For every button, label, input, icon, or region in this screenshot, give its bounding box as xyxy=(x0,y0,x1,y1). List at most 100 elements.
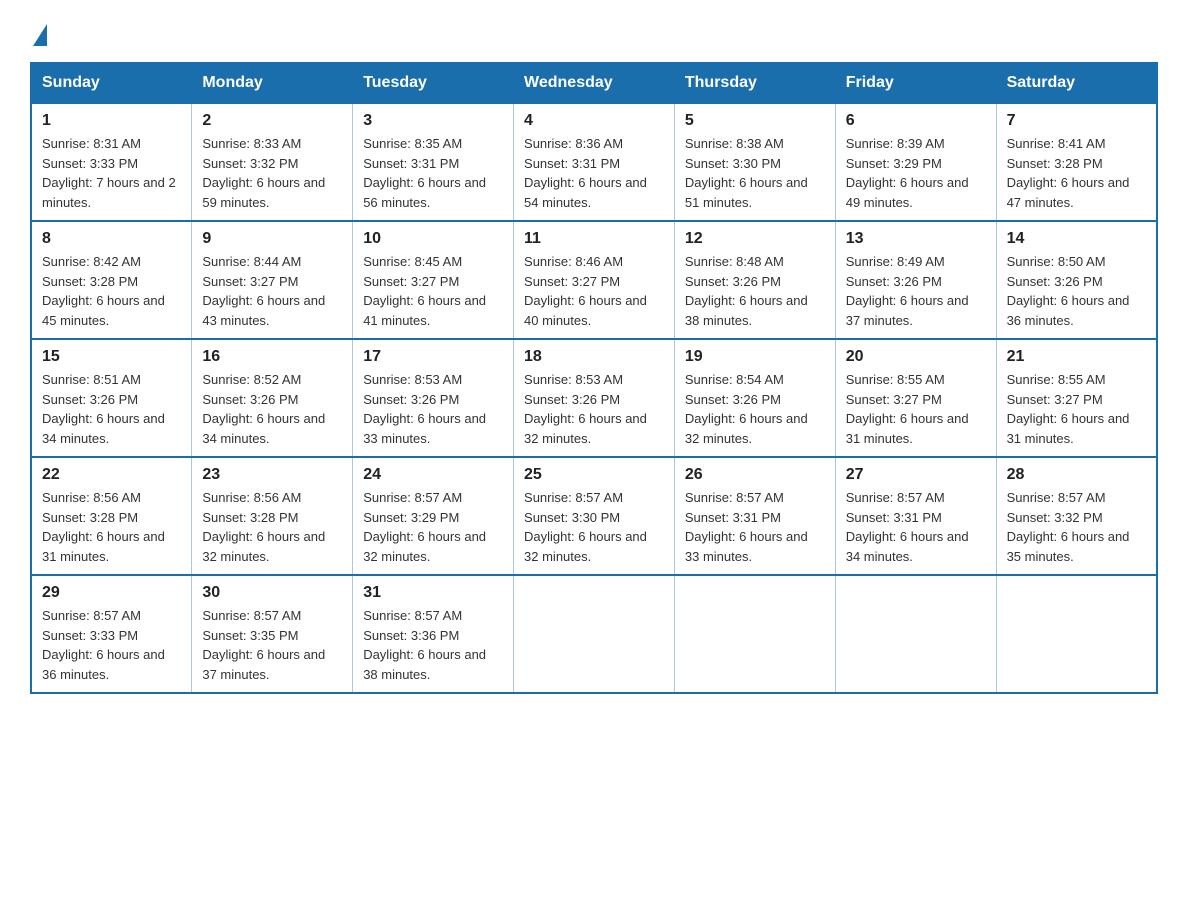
day-info: Sunrise: 8:48 AMSunset: 3:26 PMDaylight:… xyxy=(685,254,808,328)
header-sunday: Sunday xyxy=(31,63,192,103)
calendar-cell: 1Sunrise: 8:31 AMSunset: 3:33 PMDaylight… xyxy=(31,103,192,221)
calendar-cell: 8 Sunrise: 8:42 AMSunset: 3:28 PMDaylight… xyxy=(31,221,192,339)
day-info: Sunrise: 8:53 AMSunset: 3:26 PMDaylight:… xyxy=(524,372,647,446)
calendar-cell: 9 Sunrise: 8:44 AMSunset: 3:27 PMDaylight… xyxy=(192,221,353,339)
header-tuesday: Tuesday xyxy=(353,63,514,103)
day-number: 15 xyxy=(42,348,181,366)
day-number: 3 xyxy=(363,112,503,130)
header-monday: Monday xyxy=(192,63,353,103)
calendar-table: SundayMondayTuesdayWednesdayThursdayFrid… xyxy=(30,62,1158,694)
week-row-4: 22 Sunrise: 8:56 AMSunset: 3:28 PMDayligh… xyxy=(31,457,1157,575)
day-number: 11 xyxy=(524,230,664,248)
calendar-cell: 21Sunrise: 8:55 AMSunset: 3:27 PMDayligh… xyxy=(996,339,1157,457)
header-row: SundayMondayTuesdayWednesdayThursdayFrid… xyxy=(31,63,1157,103)
calendar-cell: 27 Sunrise: 8:57 AMSunset: 3:31 PMDayligh… xyxy=(835,457,996,575)
day-number: 25 xyxy=(524,466,664,484)
calendar-cell: 6 Sunrise: 8:39 AMSunset: 3:29 PMDaylight… xyxy=(835,103,996,221)
calendar-cell: 20 Sunrise: 8:55 AMSunset: 3:27 PMDayligh… xyxy=(835,339,996,457)
day-number: 22 xyxy=(42,466,181,484)
calendar-cell xyxy=(514,575,675,693)
calendar-cell: 7 Sunrise: 8:41 AMSunset: 3:28 PMDaylight… xyxy=(996,103,1157,221)
day-info: Sunrise: 8:38 AMSunset: 3:30 PMDaylight:… xyxy=(685,136,808,210)
day-number: 8 xyxy=(42,230,181,248)
calendar-cell: 17 Sunrise: 8:53 AMSunset: 3:26 PMDayligh… xyxy=(353,339,514,457)
day-info: Sunrise: 8:45 AMSunset: 3:27 PMDaylight:… xyxy=(363,254,486,328)
calendar-cell: 14 Sunrise: 8:50 AMSunset: 3:26 PMDayligh… xyxy=(996,221,1157,339)
week-row-2: 8 Sunrise: 8:42 AMSunset: 3:28 PMDaylight… xyxy=(31,221,1157,339)
day-info: Sunrise: 8:57 AMSunset: 3:31 PMDaylight:… xyxy=(685,490,808,564)
day-number: 5 xyxy=(685,112,825,130)
calendar-cell: 4 Sunrise: 8:36 AMSunset: 3:31 PMDaylight… xyxy=(514,103,675,221)
calendar-cell: 12 Sunrise: 8:48 AMSunset: 3:26 PMDayligh… xyxy=(674,221,835,339)
day-info: Sunrise: 8:31 AMSunset: 3:33 PMDaylight:… xyxy=(42,136,176,210)
day-info: Sunrise: 8:56 AMSunset: 3:28 PMDaylight:… xyxy=(202,490,325,564)
calendar-cell xyxy=(996,575,1157,693)
logo xyxy=(30,20,47,42)
day-info: Sunrise: 8:44 AMSunset: 3:27 PMDaylight:… xyxy=(202,254,325,328)
day-info: Sunrise: 8:33 AMSunset: 3:32 PMDaylight:… xyxy=(202,136,325,210)
day-info: Sunrise: 8:50 AMSunset: 3:26 PMDaylight:… xyxy=(1007,254,1130,328)
calendar-cell: 24Sunrise: 8:57 AMSunset: 3:29 PMDayligh… xyxy=(353,457,514,575)
day-info: Sunrise: 8:57 AMSunset: 3:33 PMDaylight:… xyxy=(42,608,165,682)
calendar-cell: 28 Sunrise: 8:57 AMSunset: 3:32 PMDayligh… xyxy=(996,457,1157,575)
day-number: 10 xyxy=(363,230,503,248)
day-number: 4 xyxy=(524,112,664,130)
calendar-cell: 18 Sunrise: 8:53 AMSunset: 3:26 PMDayligh… xyxy=(514,339,675,457)
calendar-cell: 25Sunrise: 8:57 AMSunset: 3:30 PMDayligh… xyxy=(514,457,675,575)
day-number: 30 xyxy=(202,584,342,602)
week-row-3: 15Sunrise: 8:51 AMSunset: 3:26 PMDayligh… xyxy=(31,339,1157,457)
day-number: 19 xyxy=(685,348,825,366)
calendar-cell: 19 Sunrise: 8:54 AMSunset: 3:26 PMDayligh… xyxy=(674,339,835,457)
day-number: 31 xyxy=(363,584,503,602)
calendar-cell: 30 Sunrise: 8:57 AMSunset: 3:35 PMDayligh… xyxy=(192,575,353,693)
day-info: Sunrise: 8:54 AMSunset: 3:26 PMDaylight:… xyxy=(685,372,808,446)
day-number: 17 xyxy=(363,348,503,366)
week-row-1: 1Sunrise: 8:31 AMSunset: 3:33 PMDaylight… xyxy=(31,103,1157,221)
day-number: 16 xyxy=(202,348,342,366)
day-info: Sunrise: 8:46 AMSunset: 3:27 PMDaylight:… xyxy=(524,254,647,328)
day-number: 27 xyxy=(846,466,986,484)
day-info: Sunrise: 8:39 AMSunset: 3:29 PMDaylight:… xyxy=(846,136,969,210)
day-info: Sunrise: 8:53 AMSunset: 3:26 PMDaylight:… xyxy=(363,372,486,446)
day-number: 20 xyxy=(846,348,986,366)
day-number: 26 xyxy=(685,466,825,484)
logo-triangle-icon xyxy=(33,24,47,46)
day-number: 29 xyxy=(42,584,181,602)
calendar-cell xyxy=(835,575,996,693)
day-number: 9 xyxy=(202,230,342,248)
day-number: 14 xyxy=(1007,230,1146,248)
day-info: Sunrise: 8:42 AMSunset: 3:28 PMDaylight:… xyxy=(42,254,165,328)
day-number: 6 xyxy=(846,112,986,130)
calendar-cell: 16 Sunrise: 8:52 AMSunset: 3:26 PMDayligh… xyxy=(192,339,353,457)
day-number: 18 xyxy=(524,348,664,366)
day-number: 13 xyxy=(846,230,986,248)
day-info: Sunrise: 8:36 AMSunset: 3:31 PMDaylight:… xyxy=(524,136,647,210)
day-info: Sunrise: 8:57 AMSunset: 3:32 PMDaylight:… xyxy=(1007,490,1130,564)
day-number: 12 xyxy=(685,230,825,248)
calendar-cell: 11 Sunrise: 8:46 AMSunset: 3:27 PMDayligh… xyxy=(514,221,675,339)
day-info: Sunrise: 8:41 AMSunset: 3:28 PMDaylight:… xyxy=(1007,136,1130,210)
calendar-cell: 23Sunrise: 8:56 AMSunset: 3:28 PMDayligh… xyxy=(192,457,353,575)
day-number: 28 xyxy=(1007,466,1146,484)
day-info: Sunrise: 8:55 AMSunset: 3:27 PMDaylight:… xyxy=(846,372,969,446)
day-info: Sunrise: 8:57 AMSunset: 3:31 PMDaylight:… xyxy=(846,490,969,564)
day-number: 7 xyxy=(1007,112,1146,130)
calendar-cell: 26 Sunrise: 8:57 AMSunset: 3:31 PMDayligh… xyxy=(674,457,835,575)
calendar-cell: 13Sunrise: 8:49 AMSunset: 3:26 PMDayligh… xyxy=(835,221,996,339)
calendar-cell: 3 Sunrise: 8:35 AMSunset: 3:31 PMDaylight… xyxy=(353,103,514,221)
calendar-cell: 31 Sunrise: 8:57 AMSunset: 3:36 PMDayligh… xyxy=(353,575,514,693)
day-info: Sunrise: 8:35 AMSunset: 3:31 PMDaylight:… xyxy=(363,136,486,210)
header-wednesday: Wednesday xyxy=(514,63,675,103)
day-info: Sunrise: 8:57 AMSunset: 3:29 PMDaylight:… xyxy=(363,490,486,564)
calendar-cell: 29 Sunrise: 8:57 AMSunset: 3:33 PMDayligh… xyxy=(31,575,192,693)
day-info: Sunrise: 8:56 AMSunset: 3:28 PMDaylight:… xyxy=(42,490,165,564)
header-thursday: Thursday xyxy=(674,63,835,103)
page-header xyxy=(30,20,1158,42)
day-number: 2 xyxy=(202,112,342,130)
day-info: Sunrise: 8:52 AMSunset: 3:26 PMDaylight:… xyxy=(202,372,325,446)
day-info: Sunrise: 8:57 AMSunset: 3:35 PMDaylight:… xyxy=(202,608,325,682)
calendar-cell: 22 Sunrise: 8:56 AMSunset: 3:28 PMDayligh… xyxy=(31,457,192,575)
calendar-cell: 2 Sunrise: 8:33 AMSunset: 3:32 PMDaylight… xyxy=(192,103,353,221)
day-info: Sunrise: 8:57 AMSunset: 3:36 PMDaylight:… xyxy=(363,608,486,682)
day-info: Sunrise: 8:55 AMSunset: 3:27 PMDaylight:… xyxy=(1007,372,1130,446)
